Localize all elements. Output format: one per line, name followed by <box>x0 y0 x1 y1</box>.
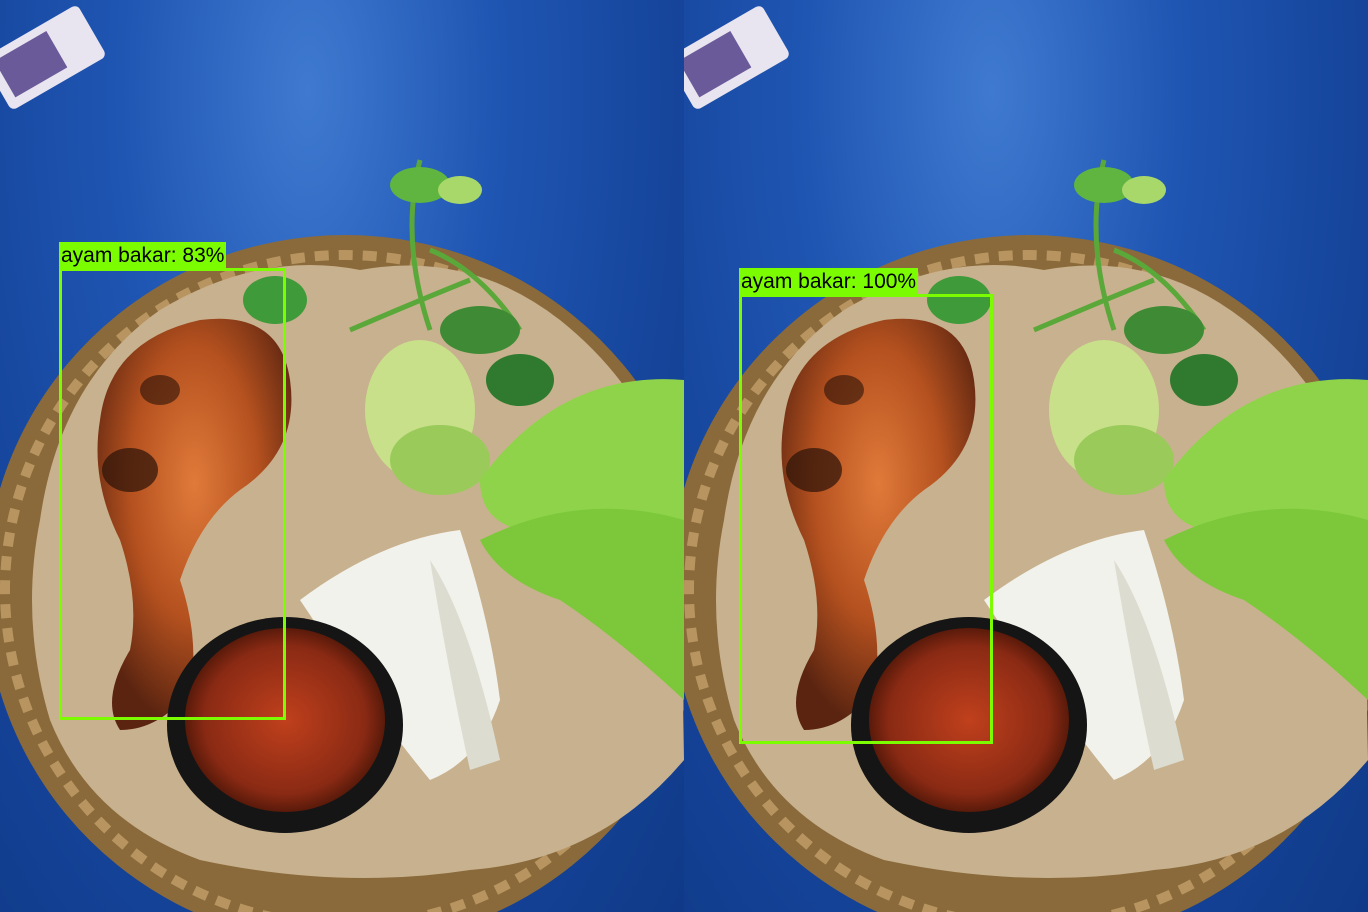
detection-box <box>739 294 993 744</box>
detection-label: ayam bakar: 100% <box>739 268 919 296</box>
detection-box <box>59 268 286 720</box>
corner-card <box>0 6 105 109</box>
image-panel-left: ayam bakar: 83% <box>0 0 684 912</box>
detection-label: ayam bakar: 83% <box>59 242 227 270</box>
detection-label-text: ayam bakar: 100% <box>741 270 917 293</box>
detection-label-text: ayam bakar: 83% <box>61 244 225 267</box>
image-panel-right: ayam bakar: 100% <box>684 0 1368 912</box>
corner-card <box>684 6 789 109</box>
